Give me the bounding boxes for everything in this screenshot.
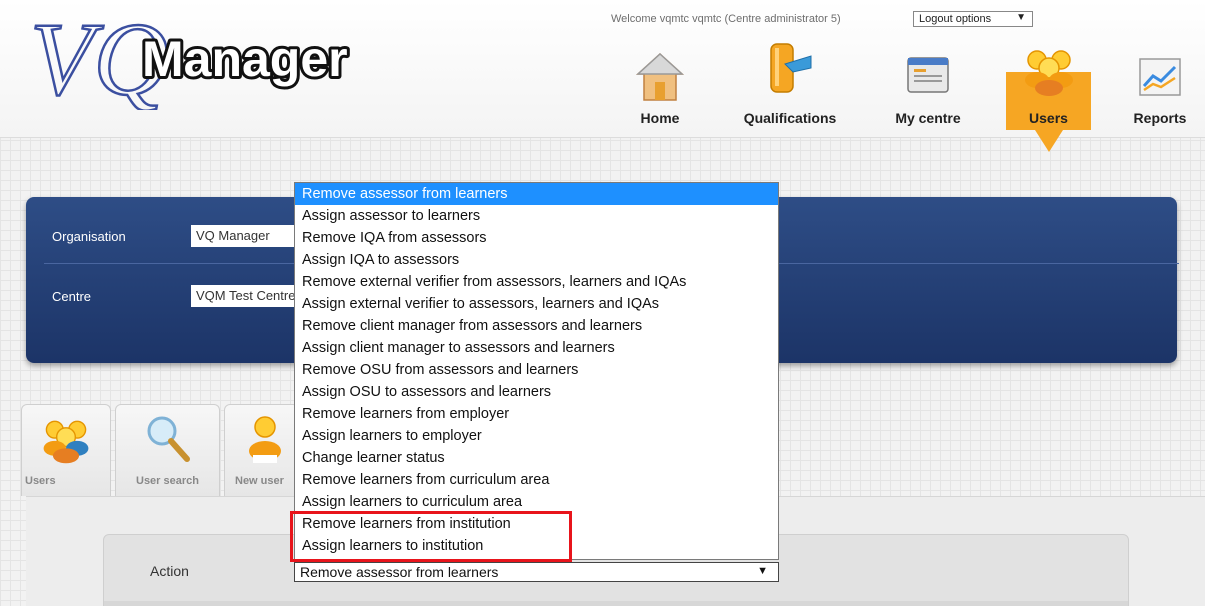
- centre-label: Centre: [52, 289, 92, 304]
- nav-reports-label: Reports: [1133, 110, 1187, 126]
- nav-home-label: Home: [640, 110, 680, 126]
- dropdown-option[interactable]: Assign client manager to assessors and l…: [295, 337, 778, 359]
- vqmanager-logo[interactable]: VQ Manager: [24, 6, 404, 110]
- dropdown-option[interactable]: Assign assessor to learners: [295, 205, 778, 227]
- dropdown-option[interactable]: Assign OSU to assessors and learners: [295, 381, 778, 403]
- dropdown-option[interactable]: Remove client manager from assessors and…: [295, 315, 778, 337]
- qualifications-icon: [770, 43, 812, 93]
- tab-new-user-label: New user: [235, 475, 284, 487]
- users-icon: [1024, 50, 1073, 96]
- reports-icon: [1139, 58, 1181, 96]
- highlight-annotation-box: [290, 511, 572, 562]
- nav-reports[interactable]: Reports: [1120, 50, 1200, 130]
- tab-users-label: Users: [25, 475, 56, 487]
- nav-qualifications-label: Qualifications: [743, 110, 837, 126]
- logout-options-label: Logout options: [919, 13, 992, 25]
- tab-user-search-label: User search: [136, 475, 199, 487]
- action-label: Action: [150, 563, 189, 579]
- organisation-field[interactable]: VQ Manager: [191, 225, 301, 247]
- nav-my-centre[interactable]: My centre: [888, 50, 968, 130]
- organisation-label: Organisation: [52, 229, 126, 244]
- dropdown-option[interactable]: Remove OSU from assessors and learners: [295, 359, 778, 381]
- dropdown-option[interactable]: Remove learners from curriculum area: [295, 469, 778, 491]
- home-icon: [636, 52, 684, 101]
- dropdown-option[interactable]: Change learner status: [295, 447, 778, 469]
- dropdown-option[interactable]: Assign learners to employer: [295, 425, 778, 447]
- centre-field[interactable]: VQM Test Centre: [191, 285, 301, 307]
- action-select-value: Remove assessor from learners: [300, 564, 499, 580]
- action-select[interactable]: Remove assessor from learners ▼: [294, 562, 779, 582]
- search-icon: [147, 416, 190, 462]
- dropdown-option[interactable]: Assign IQA to assessors: [295, 249, 778, 271]
- form-row-divider: [104, 601, 1128, 606]
- svg-text:Manager: Manager: [142, 31, 348, 87]
- nav-users[interactable]: Users: [1006, 44, 1091, 126]
- nav-users-label: Users: [1029, 110, 1068, 126]
- chevron-down-icon: ▼: [757, 565, 768, 577]
- app-header: VQ Manager Welcome vqmtc vqmtc (Centre a…: [0, 0, 1205, 152]
- tab-users[interactable]: Users: [21, 404, 111, 496]
- logout-options-select[interactable]: Logout options ▼: [913, 11, 1033, 27]
- dropdown-option[interactable]: Remove IQA from assessors: [295, 227, 778, 249]
- nav-home[interactable]: Home: [630, 50, 690, 130]
- dropdown-option[interactable]: Assign learners to curriculum area: [295, 491, 778, 513]
- dropdown-option[interactable]: Remove learners from employer: [295, 403, 778, 425]
- tab-user-search[interactable]: User search: [115, 404, 220, 496]
- nav-my-centre-label: My centre: [895, 110, 961, 126]
- dropdown-option[interactable]: Remove assessor from learners: [295, 183, 778, 205]
- dropdown-option[interactable]: Remove external verifier from assessors,…: [295, 271, 778, 293]
- action-dropdown-list[interactable]: Remove assessor from learners Assign ass…: [294, 182, 779, 560]
- chevron-down-icon: ▼: [1016, 12, 1026, 23]
- tab-new-user[interactable]: New user: [224, 404, 299, 496]
- users-icon: [43, 420, 89, 464]
- welcome-text: Welcome vqmtc vqmtc (Centre administrato…: [611, 13, 841, 25]
- dropdown-option[interactable]: Assign external verifier to assessors, l…: [295, 293, 778, 315]
- new-user-icon: [249, 416, 281, 463]
- my-centre-icon: [907, 57, 949, 93]
- nav-active-pointer: [1035, 130, 1063, 152]
- nav-qualifications[interactable]: Qualifications: [735, 43, 845, 130]
